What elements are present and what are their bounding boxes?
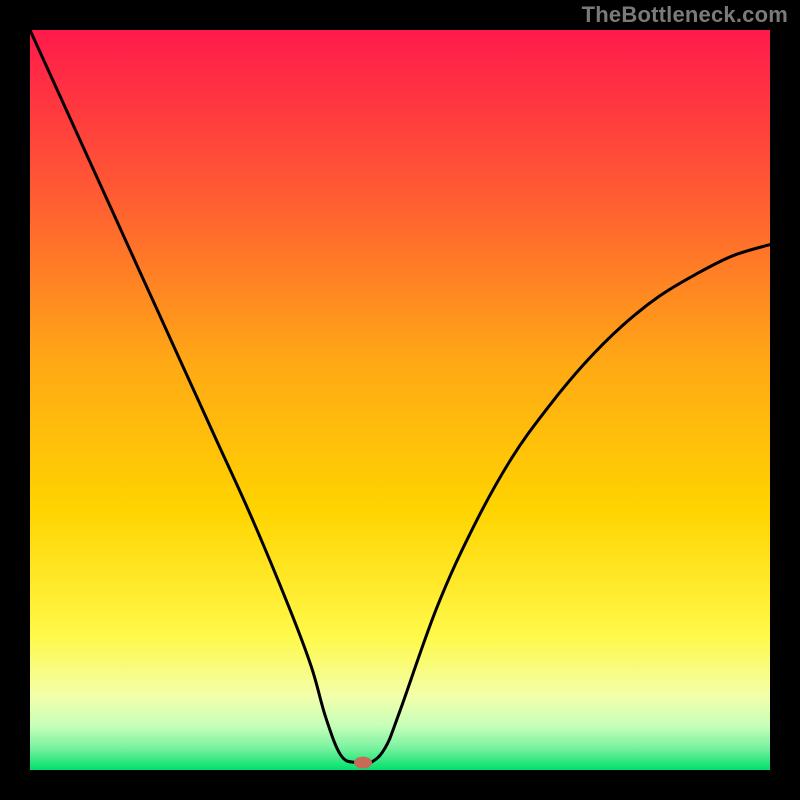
chart-frame: TheBottleneck.com	[0, 0, 800, 800]
plot-area	[30, 30, 770, 770]
minimum-marker	[354, 757, 372, 769]
gradient-background	[30, 30, 770, 770]
watermark-text: TheBottleneck.com	[582, 2, 788, 28]
chart-svg	[30, 30, 770, 770]
